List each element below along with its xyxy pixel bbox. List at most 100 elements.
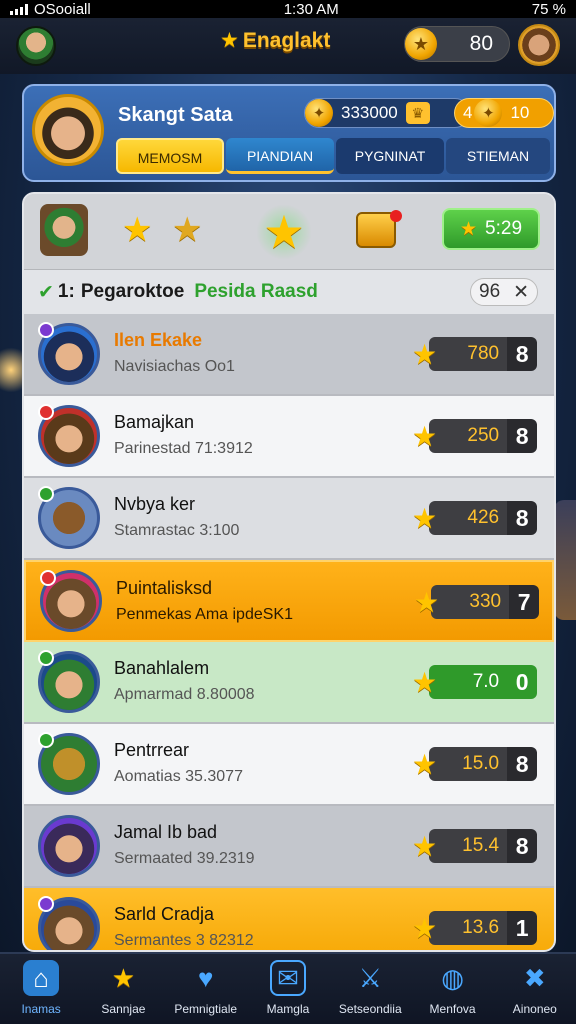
close-icon[interactable]: ✕	[513, 281, 529, 304]
table-row[interactable]: Ilen Ekake Navisiachas Oo1 ★ 780 8	[24, 314, 554, 396]
score-value: 15.0	[429, 747, 508, 781]
timer-button[interactable]: ★ 5:29	[442, 208, 540, 250]
nav-setseondiia[interactable]: ⚔ Setseondiia	[332, 954, 408, 1024]
player-score: ★ 15.0 8	[412, 746, 538, 782]
badge-icon	[38, 650, 54, 666]
home-icon: ⌂	[23, 960, 60, 996]
background-character	[554, 500, 576, 620]
bottom-nav: ⌂ Inamas ★ Sannjae ♥ Pemnigtiale ✉ Mamgl…	[0, 952, 576, 1024]
profile-avatar-button[interactable]	[518, 24, 560, 66]
tab-stieman[interactable]: STIEMAN	[446, 138, 550, 174]
score-value: 15.4	[429, 829, 508, 863]
table-row[interactable]: Bamajkan Parinestad 71:3912 ★ 250 8	[24, 396, 554, 478]
nav-label: Menfova	[429, 1002, 476, 1016]
coin-balance-value: 80	[469, 32, 493, 55]
rank-value: 7	[509, 585, 540, 619]
nav-label: Pemnigtiale	[174, 1002, 238, 1016]
nav-inamas[interactable]: ⌂ Inamas	[3, 954, 79, 1024]
badge-icon	[38, 322, 54, 338]
score-value: 7.0	[429, 665, 508, 699]
tab-pygninat[interactable]: PYGNINAT	[336, 138, 444, 174]
nav-pemnigtiale[interactable]: ♥ Pemnigtiale	[168, 954, 244, 1024]
heart-icon: ♥	[197, 962, 214, 993]
player-detail: Sermaated 39.2319	[114, 850, 255, 867]
coin-icon: ★	[405, 28, 437, 60]
rank-value: 1	[507, 911, 538, 945]
nav-menfova[interactable]: ◍ Menfova	[415, 954, 491, 1024]
table-row[interactable]: Sarld Cradja Sermantes 3 82312 ★ 13.6 1	[24, 888, 554, 950]
player-name: Jamal Ib bad	[114, 822, 218, 842]
star-reward-icon[interactable]: ★	[122, 210, 152, 250]
hero-reward-icon[interactable]	[40, 204, 88, 256]
check-icon: ✔	[38, 281, 54, 303]
game-title-text: Enaglakt	[242, 28, 331, 52]
table-row[interactable]: Nvbya ker Stamrastac 3:100 ★ 426 8	[24, 478, 554, 560]
profile-score: 333000	[341, 103, 398, 122]
leaderboard-count-value: 96	[479, 281, 501, 302]
tab-memosm[interactable]: MEMOSM	[116, 138, 224, 174]
star-icon: ★	[412, 420, 438, 452]
leaderboard-prefix: 1:	[57, 281, 75, 302]
badge-icon	[38, 732, 54, 748]
big-star-reward-icon[interactable]: ★	[256, 204, 312, 260]
player-name: Ilen Ekake	[114, 330, 203, 350]
globe-icon: ◍	[441, 962, 464, 993]
player-score: ★ 426 8	[412, 500, 538, 536]
table-row[interactable]: Pentrrear Aomatias 35.3077 ★ 15.0 8	[24, 724, 554, 806]
nav-mamgla[interactable]: ✉ Mamgla	[250, 954, 326, 1024]
table-row[interactable]: Puintalisksd Penmekas Ama ipdeSK1 ★ 330 …	[24, 560, 554, 642]
swords-icon: ⚔	[358, 962, 382, 993]
mail-icon: ✉	[269, 960, 306, 996]
top-bar: ★ Enaglakt ★ 80	[0, 18, 576, 74]
rank-value: 8	[507, 337, 538, 371]
coin-icon: ✦	[305, 99, 333, 127]
profile-tabs: MEMOSM PIANDIAN PYGNINAT STIEMAN	[116, 138, 550, 174]
player-detail: Aomatias 35.3077	[114, 768, 243, 785]
badge-icon	[38, 896, 54, 912]
leaderboard-count[interactable]: 96 ✕	[470, 278, 538, 306]
player-detail: Apmarmad 8.80008	[114, 686, 255, 703]
player-score: ★ 330 7	[414, 584, 540, 620]
table-row[interactable]: Jamal Ib bad Sermaated 39.2319 ★ 15.4 8	[24, 806, 554, 888]
leaderboard-title: Pegaroktoe	[80, 281, 185, 302]
player-name: Bamajkan	[114, 412, 195, 432]
avatar	[38, 815, 100, 877]
leaderboard-panel: ★ ★ ★ ★ 5:29 ✔ 1: Pegaroktoe Pesida Raas…	[22, 192, 556, 952]
player-score: ★ 15.4 8	[412, 828, 538, 864]
carrier-name: OSooiall	[34, 0, 91, 18]
nav-label: Mamgla	[266, 1002, 310, 1016]
status-bar: OSooiall 1:30 AM 75 %	[0, 0, 576, 18]
star-icon: ★	[412, 666, 438, 698]
player-name: Puintalisksd	[116, 578, 213, 598]
star-reward-icon[interactable]: ★	[172, 210, 202, 250]
rank-value: 8	[507, 501, 538, 535]
nav-ainoneo[interactable]: ✖ Ainoneo	[497, 954, 573, 1024]
player-score: ★ 13.6 1	[412, 910, 538, 946]
battery-level: 75 %	[531, 0, 566, 18]
coin-balance[interactable]: ★ 80	[404, 26, 510, 62]
badge-icon	[38, 486, 54, 502]
score-value: 780	[429, 337, 508, 371]
tab-piandian[interactable]: PIANDIAN	[226, 138, 334, 174]
score-value: 426	[429, 501, 508, 535]
game-title: ★ Enaglakt	[220, 28, 330, 53]
rewards-strip: ★ ★ ★ ★ 5:29	[24, 194, 554, 270]
star-icon: ★	[111, 962, 136, 993]
nav-sannjae[interactable]: ★ Sannjae	[85, 954, 161, 1024]
player-detail: Penmekas Ama ipdeSK1	[116, 606, 293, 623]
rank-value: 0	[507, 665, 538, 699]
star-icon: ★	[412, 830, 438, 862]
badge-icon	[38, 404, 54, 420]
timer-value: 5:29	[485, 218, 523, 239]
nav-label: Sannjae	[101, 1002, 146, 1016]
player-score: ★ 7.0 0	[412, 664, 538, 700]
player-detail: Stamrastac 3:100	[114, 522, 240, 539]
table-row[interactable]: Banahlalem Apmarmad 8.80008 ★ 7.0 0	[24, 642, 554, 724]
player-detail: Parinestad 71:3912	[114, 440, 253, 457]
notification-dot	[390, 210, 402, 222]
leaderboard-list: Ilen Ekake Navisiachas Oo1 ★ 780 8 Bamaj…	[24, 314, 554, 950]
star-icon: ★	[414, 586, 440, 618]
profile-score-pill: ✦ 333000 ♛	[304, 98, 470, 128]
player-avatar-button[interactable]	[16, 26, 56, 66]
level-prefix: 4	[463, 103, 473, 122]
